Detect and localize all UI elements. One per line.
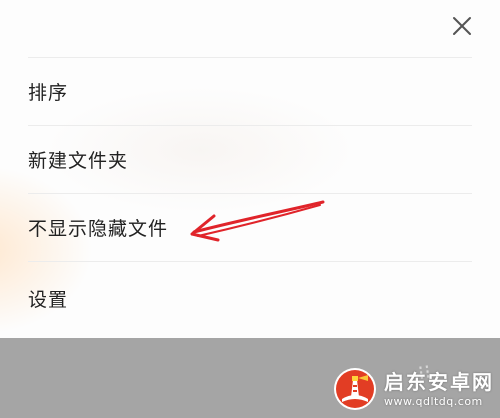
bottom-sheet-menu: 排序 新建文件夹 不显示隐藏文件 设置 bbox=[0, 0, 500, 338]
menu-item-label: 排序 bbox=[28, 82, 69, 104]
lighthouse-logo-icon bbox=[334, 368, 376, 410]
close-icon bbox=[453, 17, 471, 35]
menu-item-label: 新建文件夹 bbox=[28, 150, 129, 172]
menu-item-hide-hidden-files[interactable]: 不显示隐藏文件 bbox=[28, 193, 472, 261]
menu-item-sort[interactable]: 排序 bbox=[28, 57, 472, 125]
watermark-url: www.qdltdq.com bbox=[384, 394, 483, 408]
menu-list: 排序 新建文件夹 不显示隐藏文件 设置 bbox=[28, 57, 472, 335]
watermark: 启东安卓网 www.qdltdq.com bbox=[332, 364, 494, 414]
watermark-title: 启东安卓网 bbox=[384, 369, 494, 394]
menu-item-settings[interactable]: 设置 bbox=[28, 261, 472, 335]
dimmed-overlay: ⁝⁝ 启东安卓网 www.qdltdq.com bbox=[0, 338, 500, 418]
menu-item-new-folder[interactable]: 新建文件夹 bbox=[28, 125, 472, 193]
menu-item-label: 不显示隐藏文件 bbox=[28, 218, 169, 240]
menu-item-label: 设置 bbox=[28, 289, 69, 311]
close-button[interactable] bbox=[448, 12, 476, 40]
